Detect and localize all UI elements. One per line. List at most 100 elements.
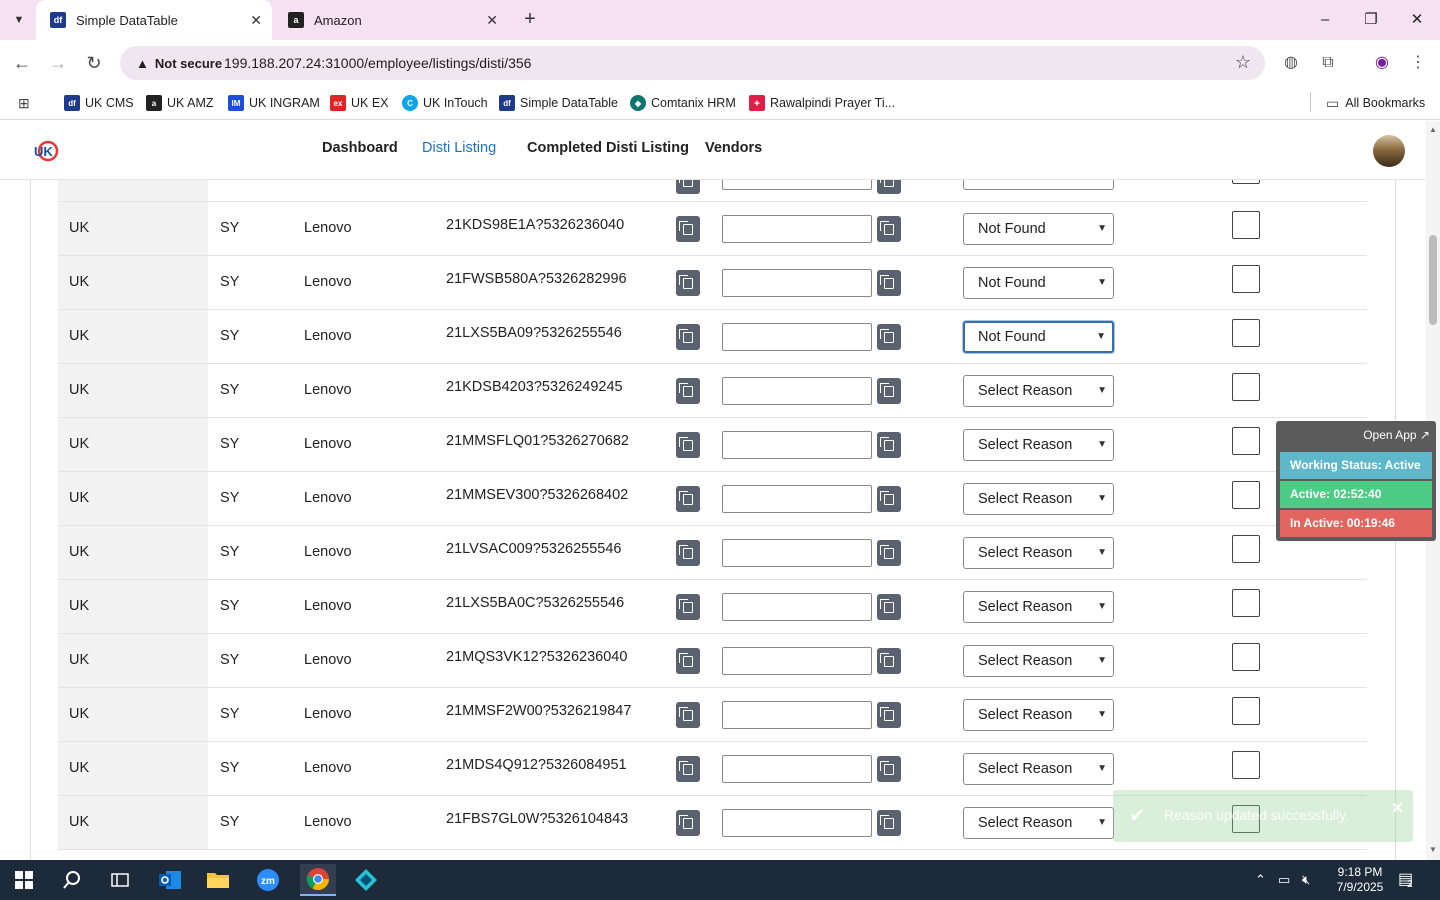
profile-icon[interactable]: ◉ [1370, 51, 1394, 75]
price-input[interactable] [722, 593, 872, 621]
copy-sku-button[interactable] [676, 648, 700, 674]
copy-input-button[interactable] [877, 702, 901, 728]
price-input[interactable] [722, 323, 872, 351]
row-checkbox[interactable] [1232, 265, 1260, 293]
row-checkbox[interactable] [1232, 373, 1260, 401]
reason-select[interactable]: Select Reason ▼ [963, 753, 1114, 785]
notifications-icon[interactable]: ▤2 [1398, 869, 1419, 890]
zoom-icon[interactable]: zm [250, 864, 286, 896]
reason-select[interactable]: Select Reason ▼ [963, 645, 1114, 677]
bookmark-rawalpindi-prayer[interactable]: ✦ Rawalpindi Prayer Ti... [749, 93, 895, 113]
chrome-icon[interactable] [300, 864, 336, 896]
copy-sku-button[interactable] [676, 378, 700, 404]
tab-amazon[interactable]: a Amazon ✕ [280, 0, 508, 40]
copy-input-button[interactable] [877, 756, 901, 782]
copy-sku-button[interactable] [676, 270, 700, 296]
copy-input-button[interactable] [877, 540, 901, 566]
copy-sku-button[interactable] [676, 324, 700, 350]
outlook-icon[interactable] [152, 864, 188, 896]
reason-select[interactable]: Select Reason ▼ [963, 483, 1114, 515]
copy-input-button[interactable] [877, 648, 901, 674]
copy-input-button[interactable] [877, 594, 901, 620]
copy-input-button[interactable] [877, 216, 901, 242]
copy-sku-button[interactable] [676, 180, 700, 194]
row-checkbox[interactable] [1232, 643, 1260, 671]
row-checkbox[interactable] [1232, 427, 1260, 455]
price-input[interactable] [722, 539, 872, 567]
copy-sku-button[interactable] [676, 486, 700, 512]
apps-grid-icon[interactable]: ⊞ [18, 93, 30, 113]
extensions-icon[interactable]: ⧉ [1316, 51, 1340, 75]
menu-icon[interactable]: ⋮ [1406, 51, 1430, 75]
nav-dashboard[interactable]: Dashboard [322, 140, 398, 156]
reason-select[interactable]: Not Found ▼ [963, 213, 1114, 245]
copy-sku-button[interactable] [676, 432, 700, 458]
price-input[interactable] [722, 269, 872, 297]
url-text[interactable]: 199.188.207.24:31000/employee/listings/d… [224, 55, 531, 71]
copy-sku-button[interactable] [676, 702, 700, 728]
reason-select[interactable]: Select Reason ▼ [963, 807, 1114, 839]
close-tab-icon[interactable]: ✕ [250, 12, 262, 29]
minimize-icon[interactable]: – [1310, 8, 1340, 32]
copy-input-button[interactable] [877, 432, 901, 458]
volume-muted-icon[interactable]: 🔇︎ [1302, 872, 1310, 888]
windows-start-icon[interactable] [6, 864, 42, 896]
close-window-icon[interactable]: ✕ [1402, 8, 1432, 32]
uk-logo-icon[interactable]: UK [32, 137, 60, 165]
scroll-thumb[interactable] [1429, 235, 1437, 325]
price-input[interactable] [722, 215, 872, 243]
reason-select[interactable]: Select Reason ▼ [963, 537, 1114, 569]
copy-sku-button[interactable] [676, 216, 700, 242]
row-checkbox[interactable] [1232, 535, 1260, 563]
price-input[interactable] [722, 377, 872, 405]
user-avatar[interactable] [1373, 135, 1405, 167]
new-tab-icon[interactable]: + [518, 8, 542, 32]
file-explorer-icon[interactable] [200, 864, 236, 896]
row-checkbox[interactable] [1232, 319, 1260, 347]
translate-icon[interactable]: ◍ [1279, 51, 1303, 75]
reason-select[interactable]: Not Found ▼ [963, 267, 1114, 299]
copy-input-button[interactable] [877, 810, 901, 836]
copy-sku-button[interactable] [676, 810, 700, 836]
price-input[interactable] [722, 485, 872, 513]
price-input[interactable] [722, 809, 872, 837]
price-input[interactable] [722, 755, 872, 783]
reason-select[interactable]: Not Found ▼ [963, 321, 1114, 353]
nav-completed-disti-listing[interactable]: Completed Disti Listing [527, 140, 689, 156]
address-bar[interactable]: ▲ Not secure 199.188.207.24:31000/employ… [120, 46, 1265, 80]
close-tab-icon[interactable]: ✕ [486, 12, 498, 29]
copy-input-button[interactable] [877, 486, 901, 512]
open-app-link[interactable]: Open App ↗ [1363, 428, 1430, 442]
bookmark-star-icon[interactable]: ☆ [1235, 52, 1251, 73]
copy-sku-button[interactable] [676, 540, 700, 566]
bookmark-uk-intouch[interactable]: C UK InTouch [402, 93, 488, 113]
copy-sku-button[interactable] [676, 594, 700, 620]
row-checkbox[interactable] [1232, 751, 1260, 779]
reload-icon[interactable]: ↻ [82, 51, 106, 75]
reason-select[interactable] [963, 180, 1114, 190]
copy-input-button[interactable] [877, 378, 901, 404]
tray-overflow-icon[interactable]: ⌃ [1255, 872, 1266, 888]
row-checkbox[interactable] [1232, 697, 1260, 725]
row-checkbox[interactable] [1232, 589, 1260, 617]
scroll-up-icon[interactable]: ▲ [1426, 125, 1440, 134]
price-input[interactable] [722, 431, 872, 459]
price-input[interactable] [722, 701, 872, 729]
tab-simple-datatable[interactable]: df Simple DataTable ✕ [36, 0, 272, 40]
row-checkbox[interactable] [1232, 211, 1260, 239]
reason-select[interactable]: Select Reason ▼ [963, 375, 1114, 407]
search-icon[interactable] [54, 864, 90, 896]
bookmark-uk-cms[interactable]: df UK CMS [64, 93, 134, 113]
reason-select[interactable]: Select Reason ▼ [963, 699, 1114, 731]
nav-disti-listing[interactable]: Disti Listing [422, 140, 496, 156]
app-diamond-icon[interactable] [348, 864, 384, 896]
copy-input-button[interactable] [877, 324, 901, 350]
forward-icon[interactable]: → [46, 51, 70, 75]
scroll-down-icon[interactable]: ▼ [1426, 845, 1440, 854]
reason-select[interactable]: Select Reason ▼ [963, 591, 1114, 623]
bookmark-comtanix-hrm[interactable]: ◆ Comtanix HRM [630, 93, 736, 113]
bookmark-uk-ingram[interactable]: IM UK INGRAM [228, 93, 320, 113]
all-bookmarks[interactable]: ▭ All Bookmarks [1326, 93, 1425, 113]
network-icon[interactable]: ▭ [1278, 872, 1290, 888]
copy-input-button[interactable] [877, 270, 901, 296]
